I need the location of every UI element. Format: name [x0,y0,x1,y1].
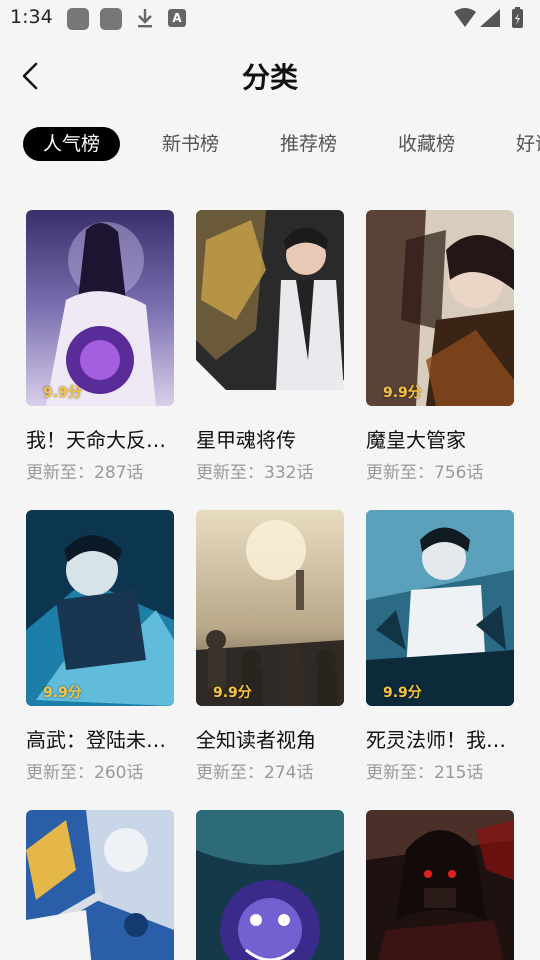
update-status: 更新至：756话 [366,463,484,483]
tab-popular[interactable]: 人气榜 [23,127,121,161]
update-status: 更新至：215话 [366,763,484,783]
tab-new[interactable]: 新书榜 [162,127,219,161]
notification-icon [100,8,122,30]
wifi-icon [454,8,476,27]
tab-recommended[interactable]: 推荐榜 [280,127,337,161]
comic-title: 星甲魂将传 [196,428,296,452]
status-bar: 1:34 A [0,0,540,36]
update-status: 更新至：260话 [26,763,144,783]
score-badge: 9.9分 [213,685,252,701]
update-status: 更新至：332话 [196,463,314,483]
status-time: 1:34 [10,6,53,28]
comic-cover [26,510,174,706]
score-badge: 9.9分 [43,685,82,701]
comic-cover [196,210,344,406]
score-badge: 9.9分 [43,385,82,401]
comic-cover [366,810,514,960]
system-status-icons [454,7,523,28]
battery-icon [512,7,523,28]
category-tabs: 人气榜 新书榜 推荐榜 收藏榜 好评榜 [0,125,540,165]
comic-title: 高武：登陆未… [26,728,166,752]
comic-title: 死灵法师！我… [366,728,506,752]
comic-title: 魔皇大管家 [366,428,466,452]
signal-icon [480,9,500,27]
score-badge: 9.9分 [383,685,422,701]
download-icon [138,9,152,28]
notification-icon [67,8,89,30]
comic-cover [366,510,514,706]
header: 分类 [0,36,540,116]
comic-title: 我！天命大反… [26,428,166,452]
tab-favorites[interactable]: 收藏榜 [398,127,455,161]
comic-title: 全知读者视角 [196,728,316,752]
comic-cover [196,810,344,960]
comic-cover [26,210,174,406]
page-title: 分类 [241,61,298,94]
comic-cover [26,810,174,960]
score-badge: 9.9分 [383,385,422,401]
comic-cover [196,510,344,706]
update-status: 更新至：274话 [196,763,314,783]
update-status: 更新至：287话 [26,463,144,483]
tab-rated[interactable]: 好评榜 [516,127,540,161]
a-icon: A [168,9,186,27]
comic-cover [366,210,514,406]
